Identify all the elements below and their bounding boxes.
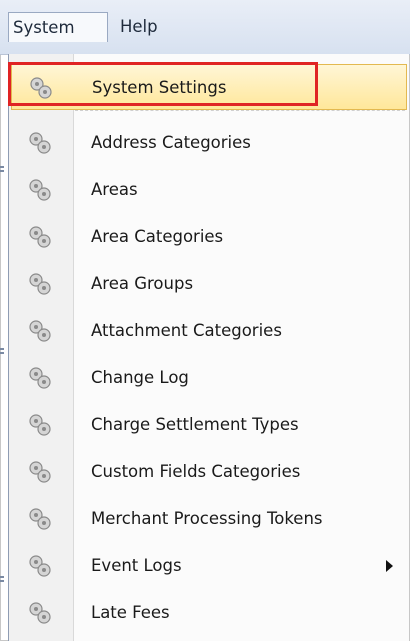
menu-system[interactable]: System <box>8 12 108 42</box>
menu-item-label: Change Log <box>91 368 189 387</box>
menu-item-label: Area Categories <box>91 227 224 246</box>
menu-item-label: Merchant Processing Tokens <box>91 509 323 528</box>
menu-item-label: Areas <box>91 180 138 199</box>
menu-item-attachment-categories[interactable]: Attachment Categories <box>11 308 407 354</box>
gears-icon <box>28 75 54 101</box>
menu-item-label: Custom Fields Categories <box>91 462 301 481</box>
menu-item-late-fees[interactable]: Late Fees <box>11 590 407 636</box>
menu-item-event-logs[interactable]: Event Logs <box>11 543 407 589</box>
menu-item-label: Event Logs <box>91 556 182 575</box>
gears-icon <box>27 318 53 344</box>
menu-item-label: Late Fees <box>91 603 170 622</box>
background-window-edge <box>0 54 8 641</box>
menu-item-label: System Settings <box>92 78 227 97</box>
menu-item-label: Area Groups <box>91 274 194 293</box>
gears-icon <box>27 506 53 532</box>
gears-icon <box>27 600 53 626</box>
gears-icon <box>27 459 53 485</box>
gears-icon <box>27 412 53 438</box>
menu-item-system-settings[interactable]: System Settings <box>11 64 407 110</box>
menu-item-charge-settlement-types[interactable]: Charge Settlement Types <box>11 402 407 448</box>
system-dropdown-menu: System Settings Address Categories Areas… <box>8 54 409 641</box>
menu-item-areas[interactable]: Areas <box>11 167 407 213</box>
gears-icon <box>27 224 53 250</box>
menu-bar: System Help <box>0 0 410 55</box>
menu-help[interactable]: Help <box>116 12 176 42</box>
menu-item-area-categories[interactable]: Area Categories <box>11 214 407 260</box>
gears-icon <box>27 130 53 156</box>
gears-icon <box>27 177 53 203</box>
menu-item-label: Attachment Categories <box>91 321 282 340</box>
menu-item-change-log[interactable]: Change Log <box>11 355 407 401</box>
menu-item-custom-fields-categories[interactable]: Custom Fields Categories <box>11 449 407 495</box>
menu-item-label: Charge Settlement Types <box>91 415 299 434</box>
menu-item-merchant-processing-tokens[interactable]: Merchant Processing Tokens <box>11 496 407 542</box>
gears-icon <box>27 271 53 297</box>
gears-icon <box>27 553 53 579</box>
gears-icon <box>27 365 53 391</box>
submenu-arrow-icon <box>386 560 393 572</box>
menu-item-area-groups[interactable]: Area Groups <box>11 261 407 307</box>
menu-item-label: Address Categories <box>91 133 251 152</box>
menu-separator <box>75 110 405 111</box>
menu-item-address-categories[interactable]: Address Categories <box>11 120 407 166</box>
